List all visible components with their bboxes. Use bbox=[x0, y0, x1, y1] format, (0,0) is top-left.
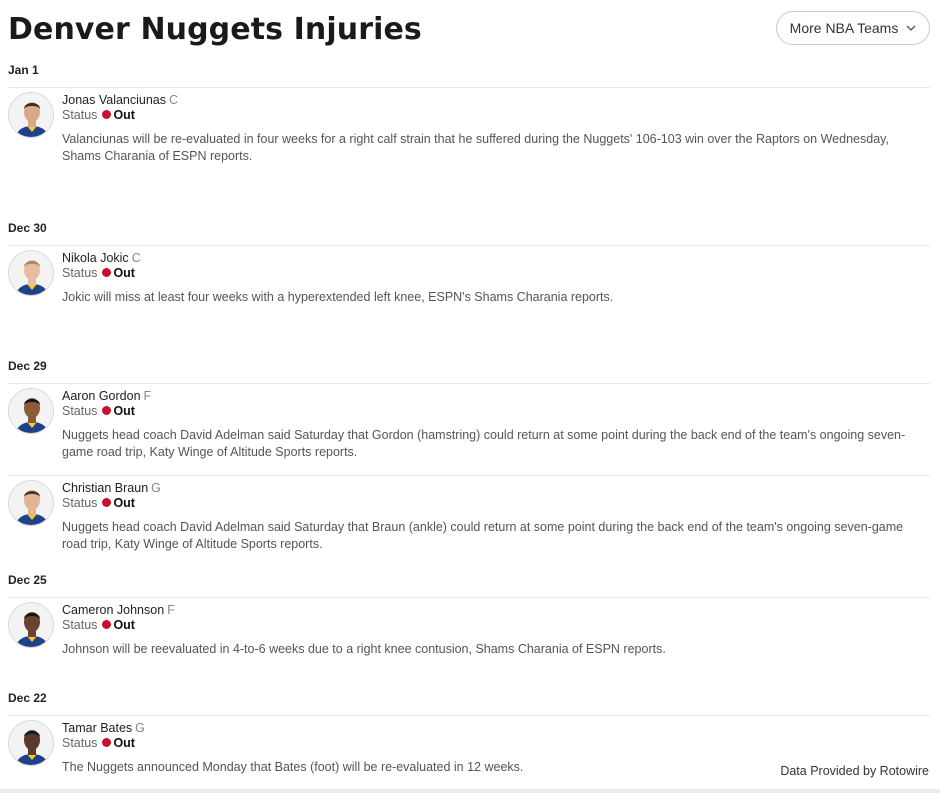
more-nba-teams-label: More NBA Teams bbox=[789, 20, 899, 36]
player-headshot[interactable] bbox=[8, 250, 54, 296]
date-label: Dec 25 bbox=[8, 573, 47, 587]
data-provider-credit: Data Provided by Rotowire bbox=[780, 764, 929, 778]
player-name-link[interactable]: Christian Braun bbox=[62, 481, 148, 495]
status-value: Out bbox=[113, 496, 135, 510]
status-label: Status bbox=[62, 736, 98, 750]
status-dot-icon bbox=[102, 738, 112, 747]
player-name-link[interactable]: Tamar Bates bbox=[62, 721, 132, 735]
player-name-line: Aaron Gordon F bbox=[62, 389, 930, 404]
date-label: Dec 29 bbox=[8, 359, 47, 373]
status-value: Out bbox=[113, 266, 135, 280]
injury-entry: Christian Braun G Status Out Nuggets head co… bbox=[8, 475, 930, 572]
status-label: Status bbox=[62, 618, 98, 632]
page-title: Denver Nuggets Injuries bbox=[8, 12, 422, 47]
player-headshot[interactable] bbox=[8, 388, 54, 434]
player-headshot[interactable] bbox=[8, 720, 54, 766]
date-group: Dec 30 Nikola Jokic C Status Out Jokic will m… bbox=[8, 220, 930, 358]
status-line: Status Out bbox=[62, 108, 930, 123]
player-headshot[interactable] bbox=[8, 480, 54, 526]
player-position: G bbox=[135, 721, 145, 735]
page-header: Denver Nuggets Injuries More NBA Teams bbox=[8, 10, 930, 50]
player-name-link[interactable]: Nikola Jokic bbox=[62, 251, 129, 265]
status-label: Status bbox=[62, 108, 98, 122]
chevron-down-icon bbox=[906, 25, 916, 31]
status-line: Status Out bbox=[62, 496, 930, 511]
date-label: Dec 30 bbox=[8, 221, 47, 235]
status-dot-icon bbox=[102, 620, 112, 629]
status-line: Status Out bbox=[62, 266, 930, 281]
injury-description: Valanciunas will be re-evaluated in four… bbox=[62, 132, 889, 163]
injury-entry: Aaron Gordon F Status Out Nuggets head coach… bbox=[8, 383, 930, 475]
status-dot-icon bbox=[102, 268, 112, 277]
bottom-divider bbox=[0, 789, 940, 793]
injury-entry: Cameron Johnson F Status Out Johnson will be… bbox=[8, 597, 930, 670]
player-headshot[interactable] bbox=[8, 92, 54, 138]
player-name-link[interactable]: Cameron Johnson bbox=[62, 603, 164, 617]
injury-description: Johnson will be reevaluated in 4-to-6 we… bbox=[62, 642, 666, 656]
date-group: Dec 29 Aaron Gordon F Status Out Nuggets head… bbox=[8, 358, 930, 572]
status-dot-icon bbox=[102, 110, 112, 119]
injury-entry: Nikola Jokic C Status Out Jokic will miss at… bbox=[8, 245, 930, 336]
status-dot-icon bbox=[102, 406, 112, 415]
player-name-link[interactable]: Jonas Valanciunas bbox=[62, 93, 166, 107]
player-headshot[interactable] bbox=[8, 602, 54, 648]
player-name-line: Tamar Bates G bbox=[62, 721, 930, 736]
status-label: Status bbox=[62, 404, 98, 418]
status-value: Out bbox=[113, 736, 135, 750]
injury-description: Jokic will miss at least four weeks with… bbox=[62, 290, 614, 304]
status-value: Out bbox=[113, 404, 135, 418]
injury-entry: Jonas Valanciunas C Status Out Valanciunas w… bbox=[8, 87, 930, 194]
player-name-link[interactable]: Aaron Gordon bbox=[62, 389, 141, 403]
date-group: Jan 1 Jonas Valanciunas C Status Out Valanciu… bbox=[8, 62, 930, 220]
status-value: Out bbox=[113, 618, 135, 632]
player-position: G bbox=[151, 481, 161, 495]
player-name-line: Cameron Johnson F bbox=[62, 603, 930, 618]
player-name-line: Jonas Valanciunas C bbox=[62, 93, 930, 108]
injury-feed: Jan 1 Jonas Valanciunas C Status Out Valanciu… bbox=[8, 62, 930, 793]
more-nba-teams-dropdown[interactable]: More NBA Teams bbox=[776, 11, 930, 45]
status-label: Status bbox=[62, 266, 98, 280]
player-position: F bbox=[167, 603, 175, 617]
status-line: Status Out bbox=[62, 618, 930, 633]
player-position: C bbox=[131, 251, 141, 265]
injury-description: Nuggets head coach David Adelman said Sa… bbox=[62, 428, 906, 459]
injury-description: Nuggets head coach David Adelman said Sa… bbox=[62, 520, 904, 551]
status-label: Status bbox=[62, 496, 98, 510]
date-label: Jan 1 bbox=[8, 63, 39, 77]
player-position: C bbox=[169, 93, 179, 107]
date-label: Dec 22 bbox=[8, 691, 47, 705]
player-name-line: Christian Braun G bbox=[62, 481, 930, 496]
status-dot-icon bbox=[102, 498, 112, 507]
status-line: Status Out bbox=[62, 736, 930, 751]
player-name-line: Nikola Jokic C bbox=[62, 251, 930, 266]
status-line: Status Out bbox=[62, 404, 930, 419]
status-value: Out bbox=[113, 108, 135, 122]
player-position: F bbox=[143, 389, 152, 403]
date-group: Dec 25 Cameron Johnson F Status Out Johnson w… bbox=[8, 572, 930, 690]
